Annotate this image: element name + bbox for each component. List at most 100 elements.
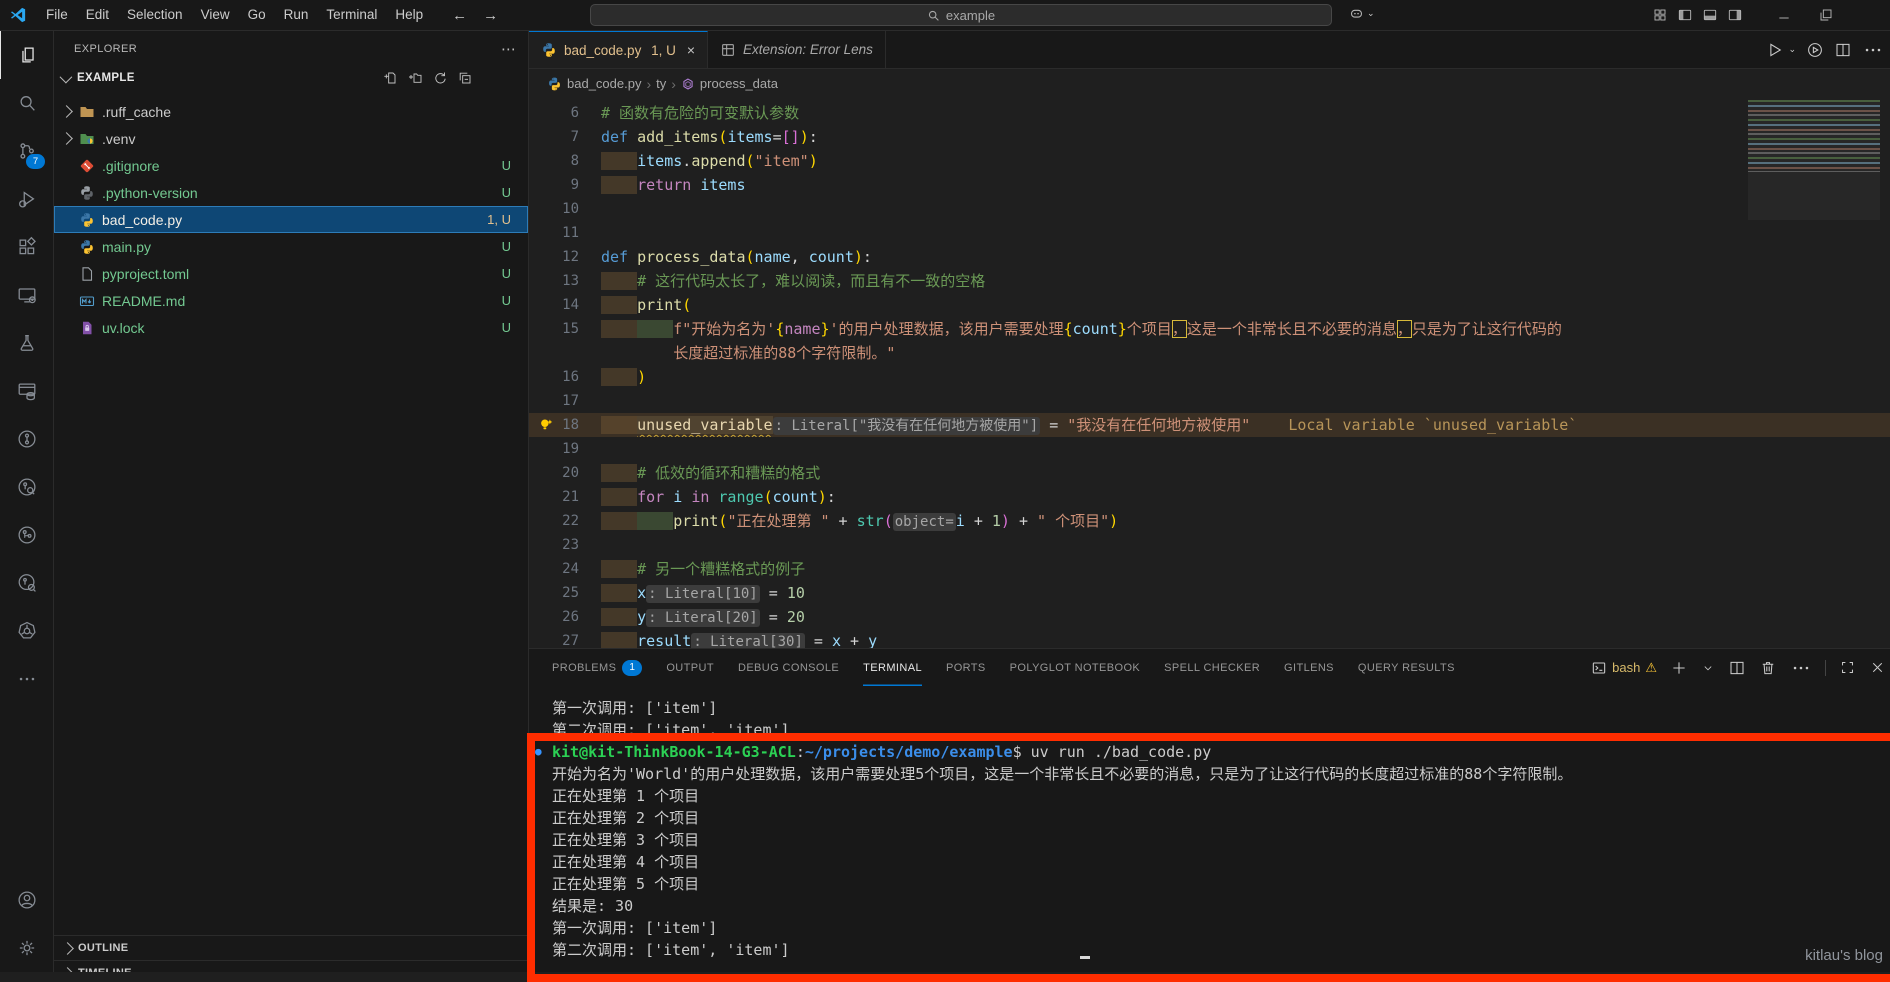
new-file-icon[interactable]	[382, 70, 398, 86]
file-row--ruff-cache[interactable]: .ruff_cache	[54, 98, 528, 125]
code-editor[interactable]: 6# 函数有危险的可变默认参数7def add_items(items=[]):…	[529, 98, 1890, 648]
line-number: 13	[529, 269, 601, 293]
minimize-window-icon[interactable]	[1776, 7, 1792, 23]
terminal-output[interactable]: 第一次调用: ['item']第二次调用: ['item', 'item']●k…	[529, 686, 1890, 972]
copilot-button[interactable]: ⌄	[1348, 5, 1375, 22]
terminal-toolbar: bash ⚠	[1591, 649, 1890, 686]
extension-icon	[720, 42, 736, 58]
file-row-bad-code-py[interactable]: bad_code.py1, U	[54, 206, 528, 233]
tab-bad-code[interactable]: bad_code.py 1, U ×	[529, 31, 708, 68]
menu-file[interactable]: File	[37, 0, 77, 30]
menu-go[interactable]: Go	[239, 0, 275, 30]
panel-tab-gitlens[interactable]: GITLENS	[1284, 649, 1334, 686]
outline-section[interactable]: OUTLINE	[54, 935, 528, 960]
timeline-section[interactable]: TIMELINE	[54, 960, 528, 972]
activitybar-additional-views[interactable]	[0, 655, 53, 703]
tab-extension-error-lens[interactable]: Extension: Error Lens	[708, 31, 886, 68]
panel-tab-query-results[interactable]: QUERY RESULTS	[1358, 649, 1455, 686]
vscode-logo-icon	[9, 6, 27, 24]
chevron-right-icon	[61, 967, 74, 972]
toggle-secondary-sidebar-icon[interactable]	[1727, 7, 1743, 23]
activitybar-testing[interactable]	[0, 319, 53, 367]
line-content: def add_items(items=[]):	[601, 125, 1890, 149]
activitybar-settings[interactable]	[0, 924, 53, 972]
close-panel-icon[interactable]	[1869, 659, 1886, 676]
panel-tab-output[interactable]: OUTPUT	[666, 649, 714, 686]
kill-terminal-icon[interactable]	[1759, 659, 1777, 677]
nav-back-icon[interactable]: ←	[452, 7, 467, 24]
activitybar-remote-explorer[interactable]	[0, 271, 53, 319]
maximize-panel-icon[interactable]	[1839, 659, 1856, 676]
activitybar-kubernetes[interactable]	[0, 607, 53, 655]
file-row--venv[interactable]: .venv	[54, 125, 528, 152]
activitybar-gitlens-inspect[interactable]	[0, 559, 53, 607]
commit-search-icon	[16, 476, 38, 498]
nav-forward-icon[interactable]: →	[483, 7, 498, 24]
lightbulb-icon[interactable]	[538, 417, 553, 432]
pyfolder-file-icon	[78, 130, 95, 147]
restore-window-icon[interactable]	[1818, 7, 1834, 23]
menu-view[interactable]: View	[192, 0, 239, 30]
chevron-right-icon	[60, 132, 73, 145]
file-name: .gitignore	[102, 158, 502, 174]
file-row--gitignore[interactable]: .gitignoreU	[54, 152, 528, 179]
panel-tab-ports[interactable]: PORTS	[946, 649, 986, 686]
run-python-file-icon[interactable]	[1766, 41, 1784, 59]
chevron-right-icon	[61, 942, 74, 955]
warning-icon: ⚠	[1645, 660, 1657, 676]
collapse-folders-icon[interactable]	[457, 70, 473, 86]
breadcrumb-file[interactable]: bad_code.py	[547, 76, 641, 91]
chevron-down-icon: ⌄	[1367, 8, 1375, 19]
activitybar-extensions[interactable]	[0, 223, 53, 271]
new-terminal-icon[interactable]	[1670, 659, 1688, 677]
breadcrumb-module[interactable]: ty	[656, 76, 666, 91]
terminal-more-actions-icon[interactable]	[1790, 657, 1812, 679]
command-center-search[interactable]: example	[590, 4, 1332, 26]
file-row-main-py[interactable]: main.pyU	[54, 233, 528, 260]
terminal-profile-dropdown-icon[interactable]	[1701, 661, 1715, 675]
menu-edit[interactable]: Edit	[77, 0, 118, 30]
terminal-instance-chip[interactable]: bash ⚠	[1591, 660, 1657, 676]
run-or-debug-icon[interactable]	[1806, 41, 1824, 59]
split-terminal-icon[interactable]	[1728, 659, 1746, 677]
activitybar-gitlens[interactable]	[0, 511, 53, 559]
menu-run[interactable]: Run	[275, 0, 318, 30]
file-row-uv-lock[interactable]: uv.lockU	[54, 314, 528, 341]
refresh-explorer-icon[interactable]	[432, 70, 448, 86]
split-editor-icon[interactable]	[1834, 41, 1852, 59]
breadcrumb-separator: ›	[646, 76, 651, 92]
minimap[interactable]	[1748, 100, 1880, 220]
search-icon	[927, 9, 940, 22]
file-row-README-md[interactable]: README.mdU	[54, 287, 528, 314]
activitybar-accounts[interactable]	[0, 876, 53, 924]
activitybar-explorer[interactable]	[0, 31, 54, 79]
customize-layout-icon[interactable]	[1652, 7, 1668, 23]
panel-tab-terminal[interactable]: TERMINAL	[863, 649, 922, 686]
panel-tab-spell-checker[interactable]: SPELL CHECKER	[1164, 649, 1260, 686]
toggle-panel-icon[interactable]	[1702, 7, 1718, 23]
activitybar-source-control[interactable]: 7	[0, 127, 53, 175]
activitybar-search[interactable]	[0, 79, 53, 127]
menu-help[interactable]: Help	[386, 0, 432, 30]
panel-tab-debug-console[interactable]: DEBUG CONSOLE	[738, 649, 839, 686]
activitybar-commit-search[interactable]	[0, 463, 53, 511]
breadcrumb-symbol[interactable]: process_data	[681, 76, 778, 91]
close-icon[interactable]: ×	[687, 42, 695, 58]
line-number: 24	[529, 557, 601, 581]
menu-selection[interactable]: Selection	[118, 0, 192, 30]
activitybar-run-and-debug[interactable]	[0, 175, 53, 223]
activitybar-database[interactable]	[0, 367, 53, 415]
explorer-more-actions-icon[interactable]: ⋯	[501, 40, 516, 58]
editor-more-actions-icon[interactable]	[1862, 39, 1884, 61]
new-folder-icon[interactable]	[407, 70, 423, 86]
file-row-pyproject-toml[interactable]: pyproject.tomlU	[54, 260, 528, 287]
panel-tab-polyglot-notebook[interactable]: POLYGLOT NOTEBOOK	[1010, 649, 1140, 686]
toggle-primary-sidebar-icon[interactable]	[1677, 7, 1693, 23]
activitybar-git-graph[interactable]	[0, 415, 53, 463]
project-section-header[interactable]: EXAMPLE	[54, 66, 528, 90]
command-decoration-icon[interactable]: ●	[535, 741, 542, 763]
panel-tab-problems[interactable]: PROBLEMS1	[552, 649, 642, 686]
file-row--python-version[interactable]: .python-versionU	[54, 179, 528, 206]
code-line-12: 12def process_data(name, count):	[529, 245, 1890, 269]
menu-terminal[interactable]: Terminal	[317, 0, 386, 30]
